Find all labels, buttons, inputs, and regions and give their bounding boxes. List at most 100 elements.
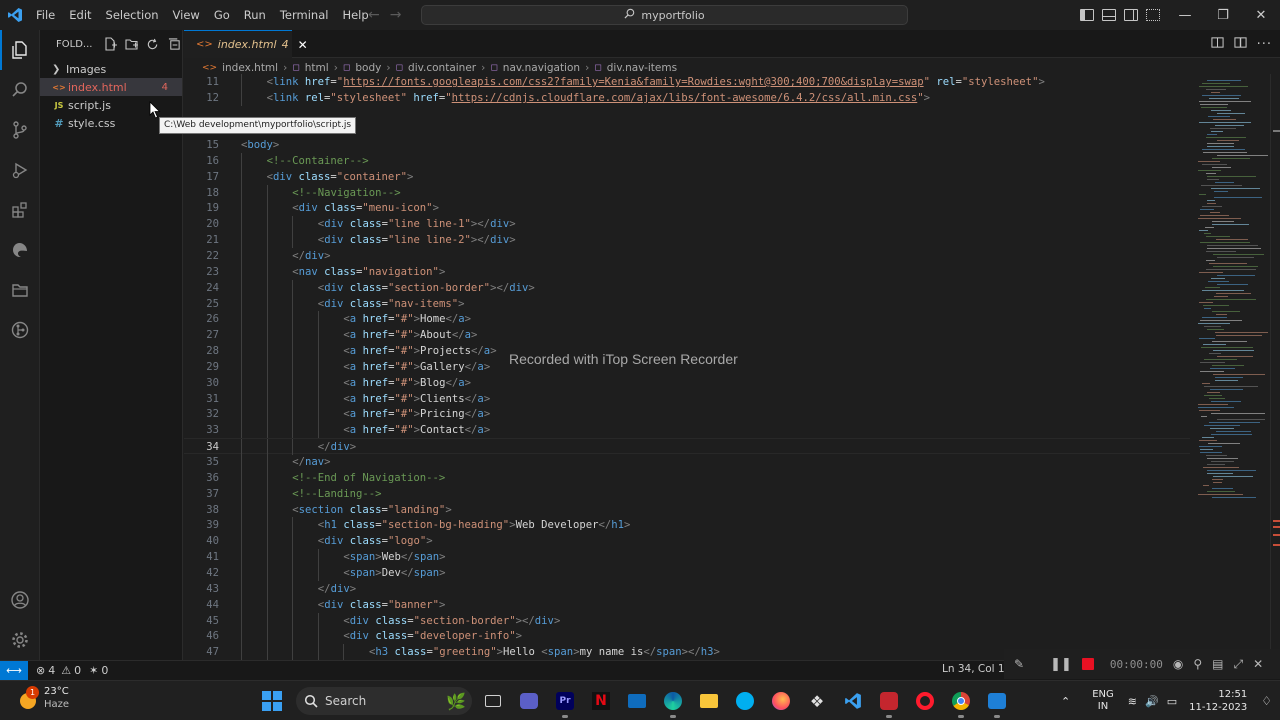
code-line[interactable]: 31 <a href="#">Clients</a> (184, 390, 1190, 407)
code-editor[interactable]: 11 <link href="https://fonts.googleapis.c… (184, 74, 1190, 660)
code-line[interactable]: 39 <h1 class="section-bg-heading">Web Dev… (184, 517, 1190, 534)
code-line[interactable]: 40 <div class="logo"> (184, 533, 1190, 550)
recorder-app-icon[interactable] (876, 687, 902, 718)
remote-indicator-icon[interactable]: ⟷ (0, 660, 28, 681)
toggle-primary-sidebar-icon[interactable] (1080, 9, 1094, 21)
maximize-icon[interactable]: ❐ (1204, 0, 1242, 30)
folder-title[interactable]: FOLD... (56, 39, 92, 50)
code-line[interactable]: 44 <div class="banner"> (184, 596, 1190, 613)
opera-icon[interactable] (912, 687, 938, 715)
code-line[interactable]: 43 </div> (184, 580, 1190, 597)
teams-chat-icon[interactable] (516, 687, 542, 715)
open-preview-icon[interactable] (1211, 36, 1224, 52)
toggle-panel-icon[interactable] (1102, 9, 1116, 21)
pen-icon[interactable]: ✎ (1014, 657, 1024, 671)
code-line[interactable]: 19 <div class="menu-icon"> (184, 200, 1190, 217)
command-center[interactable]: myportfolio (421, 5, 908, 25)
code-line[interactable]: 35 </nav> (184, 454, 1190, 470)
code-line[interactable]: 24 <div class="section-border"></div> (184, 279, 1190, 296)
minimize-icon[interactable]: — (1166, 0, 1204, 30)
firefox-icon[interactable] (768, 687, 794, 715)
edge-browser-icon[interactable] (660, 687, 686, 718)
breadcrumb-item[interactable]: div.container (408, 62, 476, 74)
code-line[interactable]: 38 <section class="landing"> (184, 501, 1190, 518)
windows-start-icon[interactable] (262, 691, 282, 711)
menu-selection[interactable]: Selection (100, 0, 167, 30)
skype-icon[interactable] (732, 687, 758, 715)
code-line[interactable]: 11 <link href="https://fonts.googleapis.c… (184, 74, 1190, 90)
screen-recorder-tray-icon[interactable] (984, 687, 1010, 718)
gitlens-icon[interactable] (0, 310, 40, 350)
file-explorer-icon[interactable] (696, 687, 722, 715)
code-line[interactable]: 12 <link rel="stylesheet" href="https://c… (184, 90, 1190, 106)
collapse-all-icon[interactable] (167, 36, 182, 52)
code-line[interactable]: 41 <span>Web</span> (184, 549, 1190, 566)
code-line[interactable]: 23 <nav class="navigation"> (184, 263, 1190, 280)
code-line[interactable]: 22 </div> (184, 247, 1190, 264)
netflix-icon[interactable]: N (588, 687, 614, 715)
menu-view[interactable]: View (167, 0, 208, 30)
notification-bell-icon[interactable]: ♢ (1261, 694, 1272, 708)
stop-icon[interactable] (1081, 658, 1094, 670)
breadcrumb-item[interactable]: div.nav-items (607, 62, 677, 74)
language-indicator[interactable]: ENG IN (1092, 689, 1114, 713)
extensions-icon[interactable] (0, 190, 40, 230)
task-view-icon[interactable] (480, 687, 506, 715)
code-line[interactable]: 25 <div class="nav-items"> (184, 295, 1190, 312)
dropbox-icon[interactable]: ❖ (804, 687, 830, 715)
clock[interactable]: 12:51 11-12-2023 (1189, 688, 1247, 714)
code-line[interactable]: 26 <a href="#">Home</a> (184, 311, 1190, 328)
menu-edit[interactable]: Edit (63, 0, 99, 30)
pause-icon[interactable]: ❚❚ (1050, 657, 1072, 672)
code-line[interactable]: 37 <!--Landing--> (184, 485, 1190, 502)
code-line[interactable]: 16 <!--Container--> (184, 152, 1190, 169)
code-line[interactable]: 33 <a href="#">Contact</a> (184, 422, 1190, 439)
chrome-icon[interactable] (948, 687, 974, 718)
menu-run[interactable]: Run (238, 0, 274, 30)
toggle-secondary-sidebar-icon[interactable] (1124, 9, 1138, 21)
zoom-icon[interactable]: ⚲ (1193, 657, 1202, 671)
ports-indicator[interactable]: ✶ 0 (89, 664, 108, 677)
new-file-icon[interactable] (102, 36, 118, 52)
code-line[interactable]: 18 <!--Navigation--> (184, 184, 1190, 201)
breadcrumb-item[interactable]: body (355, 62, 381, 74)
code-line[interactable]: 27 <a href="#">About</a> (184, 327, 1190, 344)
run-debug-icon[interactable] (0, 150, 40, 190)
resize-icon[interactable]: ⤢ (1233, 657, 1243, 672)
editor-scrollbar[interactable] (1270, 74, 1280, 660)
code-line[interactable]: 21 <div class="line line-2"></div> (184, 232, 1190, 249)
code-line[interactable]: 30 <a href="#">Blog</a> (184, 374, 1190, 391)
breadcrumb-item[interactable]: html (305, 62, 329, 74)
more-actions-icon[interactable]: ··· (1257, 37, 1272, 52)
source-control-icon[interactable] (0, 110, 40, 150)
tray-icons[interactable]: ≋ 🔊 ▭ (1128, 695, 1177, 708)
edge-devtools-icon[interactable] (0, 230, 40, 270)
mail-icon[interactable] (624, 687, 650, 715)
code-line[interactable]: 36 <!--End of Navigation--> (184, 469, 1190, 486)
new-folder-icon[interactable] (124, 36, 139, 52)
minimap[interactable] (1190, 74, 1270, 660)
breadcrumb-item[interactable]: index.html (222, 62, 278, 74)
code-line[interactable]: 17 <div class="container"> (184, 168, 1190, 185)
code-line[interactable]: 45 <div class="section-border"></div> (184, 612, 1190, 629)
forward-arrow-icon[interactable]: → (390, 7, 402, 23)
menu-terminal[interactable]: Terminal (274, 0, 337, 30)
code-line[interactable]: 15 <body> (184, 137, 1190, 153)
code-line[interactable]: 46 <div class="developer-info"> (184, 628, 1190, 645)
breadcrumb-item[interactable]: nav.navigation (503, 62, 580, 74)
camera-icon[interactable]: ◉ (1173, 657, 1183, 671)
customize-layout-icon[interactable] (1146, 9, 1160, 21)
tab-index-html[interactable]: <> index.html 4 ✕ (184, 30, 308, 58)
tree-item-images-folder[interactable]: ❯ Images (40, 60, 182, 78)
settings-gear-icon[interactable] (0, 620, 40, 660)
explorer-icon[interactable] (0, 30, 40, 70)
problems-indicator[interactable]: ⊗ 4 ⚠ 0 (36, 664, 81, 677)
back-arrow-icon[interactable]: ← (368, 7, 380, 23)
premiere-pro-icon[interactable]: Pr (552, 687, 578, 718)
code-line[interactable]: 32 <a href="#">Pricing</a> (184, 406, 1190, 423)
search-icon[interactable] (0, 70, 40, 110)
taskbar-search[interactable]: Search 🌿 (296, 687, 472, 715)
chat-icon[interactable]: ▤ (1212, 657, 1223, 671)
menu-file[interactable]: File (30, 0, 63, 30)
menu-go[interactable]: Go (208, 0, 238, 30)
